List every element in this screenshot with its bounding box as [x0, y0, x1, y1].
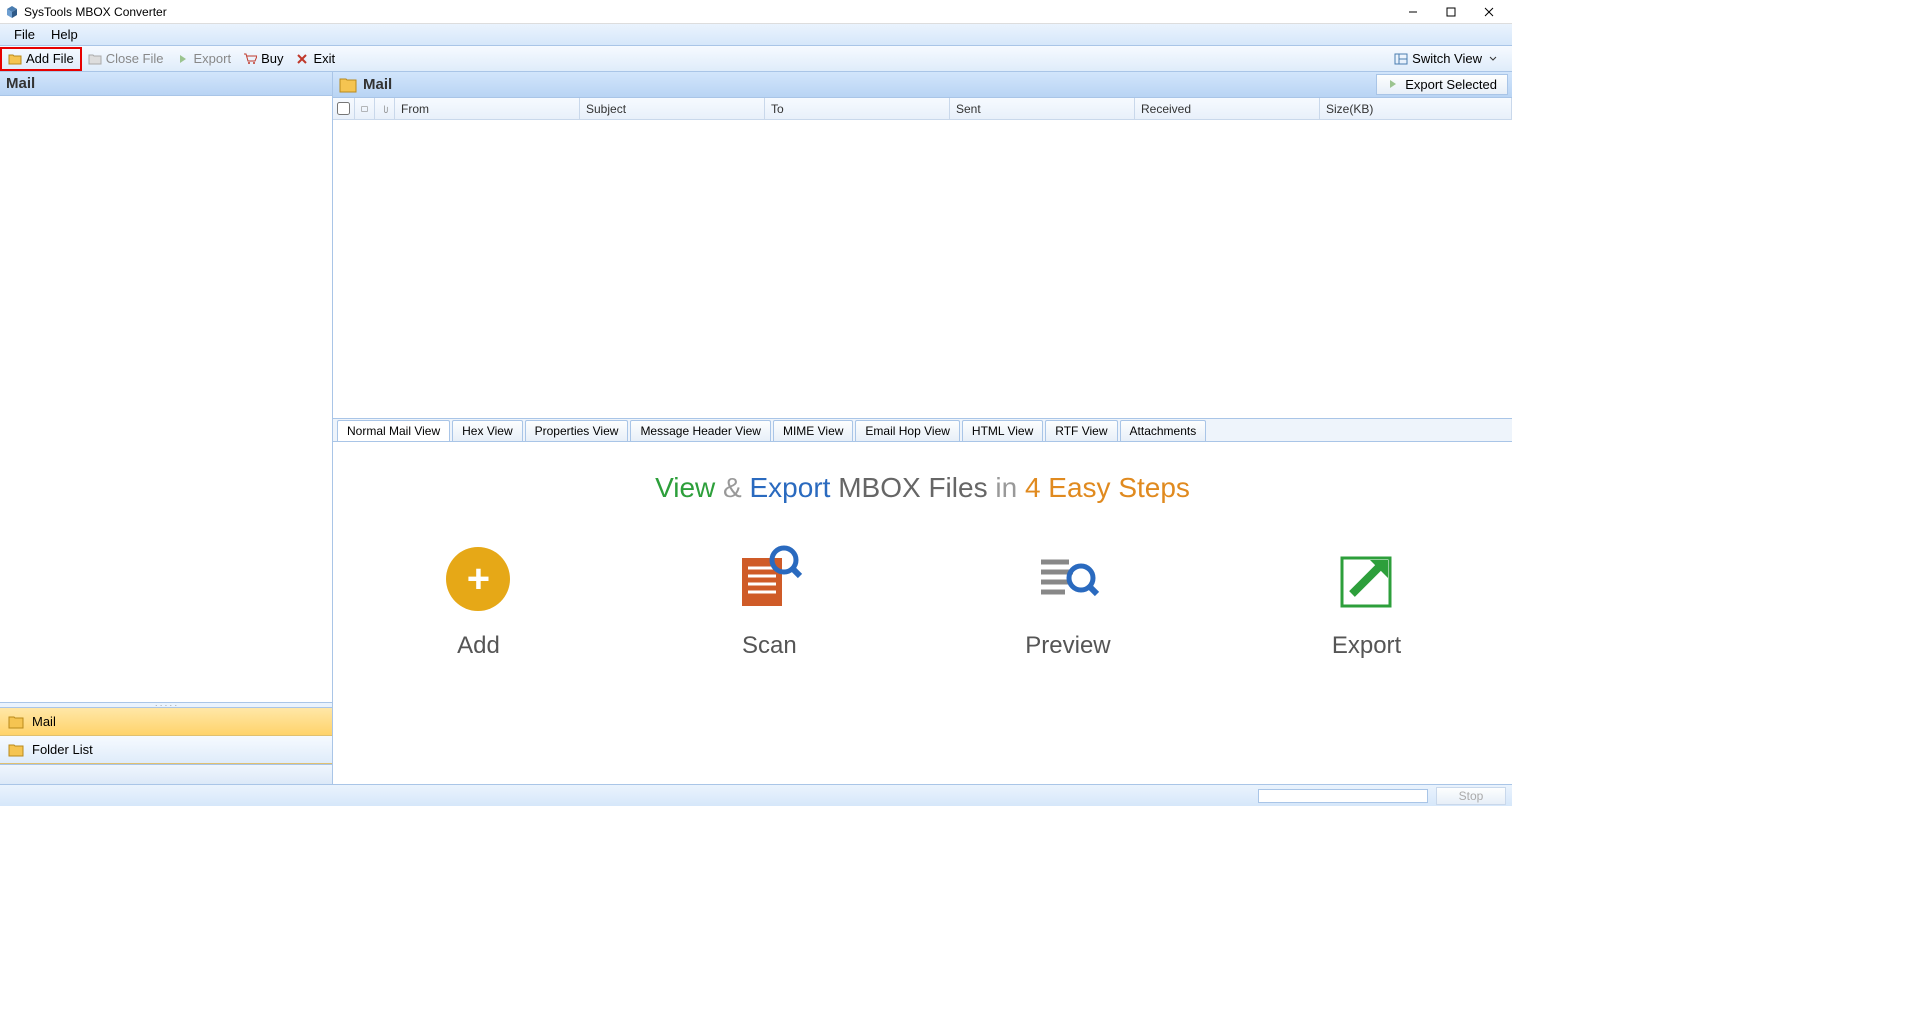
close-file-button[interactable]: Close File	[82, 47, 170, 71]
title-view: View	[655, 472, 715, 503]
exit-button[interactable]: Exit	[289, 47, 341, 71]
minimize-button[interactable]	[1394, 1, 1432, 23]
layout-icon	[1394, 52, 1408, 66]
export-selected-button[interactable]: Export Selected	[1376, 74, 1508, 95]
add-file-button[interactable]: Add File	[0, 47, 82, 71]
title-export: Export	[750, 472, 831, 503]
close-file-label: Close File	[106, 51, 164, 66]
menubar: File Help	[0, 24, 1512, 46]
nav-folder-list-label: Folder List	[32, 742, 93, 757]
col-to[interactable]: To	[765, 98, 950, 119]
step-add: Add	[443, 544, 513, 660]
step-preview-label: Preview	[1025, 632, 1110, 660]
switch-view-label: Switch View	[1412, 51, 1482, 66]
folder-tree[interactable]	[0, 96, 332, 702]
tab-rtf-view[interactable]: RTF View	[1045, 420, 1117, 441]
add-file-label: Add File	[26, 51, 74, 66]
maximize-button[interactable]	[1432, 1, 1470, 23]
panel-collapser[interactable]	[0, 764, 332, 784]
step-export: Export	[1332, 544, 1402, 660]
export-label: Export	[194, 51, 232, 66]
stop-button[interactable]: Stop	[1436, 787, 1506, 805]
tab-hex-view[interactable]: Hex View	[452, 420, 522, 441]
buy-label: Buy	[261, 51, 283, 66]
mail-header-title: Mail	[363, 76, 392, 93]
tab-attachments[interactable]: Attachments	[1120, 420, 1207, 441]
preview-icon	[1033, 544, 1103, 614]
left-panel: Mail · · · · · Mail Folder List	[0, 72, 333, 784]
col-sent[interactable]: Sent	[950, 98, 1135, 119]
tab-normal-mail-view[interactable]: Normal Mail View	[337, 420, 450, 441]
step-scan-label: Scan	[742, 632, 797, 660]
preview-panel: View & Export MBOX Files in 4 Easy Steps…	[333, 442, 1512, 784]
folder-icon	[339, 77, 357, 93]
view-tabs: Normal Mail View Hex View Properties Vie…	[333, 418, 1512, 442]
app-icon	[4, 4, 20, 20]
folder-icon	[8, 715, 24, 729]
step-preview: Preview	[1025, 544, 1110, 660]
mail-list-header: Mail Export Selected	[333, 72, 1512, 98]
nav-folder-list[interactable]: Folder List	[0, 736, 332, 764]
col-subject[interactable]: Subject	[580, 98, 765, 119]
menu-file[interactable]: File	[6, 25, 43, 44]
col-attachment-icon	[375, 98, 395, 119]
title-in: in	[995, 472, 1017, 503]
right-panel: Mail Export Selected From Subject To Sen…	[333, 72, 1512, 784]
export-button[interactable]: Export	[170, 47, 238, 71]
mail-list[interactable]	[333, 120, 1512, 418]
step-export-label: Export	[1332, 632, 1401, 660]
title-mbox: MBOX Files	[838, 472, 987, 503]
titlebar: SysTools MBOX Converter	[0, 0, 1512, 24]
status-bar: Stop	[0, 784, 1512, 806]
export-step-icon	[1332, 544, 1402, 614]
col-received[interactable]: Received	[1135, 98, 1320, 119]
switch-view-button[interactable]: Switch View	[1388, 47, 1506, 71]
tab-mime-view[interactable]: MIME View	[773, 420, 853, 441]
exit-icon	[295, 52, 309, 66]
col-item-icon	[355, 98, 375, 119]
menu-help[interactable]: Help	[43, 25, 86, 44]
chevron-down-icon	[1486, 52, 1500, 66]
col-from[interactable]: From	[395, 98, 580, 119]
welcome-title: View & Export MBOX Files in 4 Easy Steps	[655, 472, 1190, 504]
column-headers: From Subject To Sent Received Size(KB)	[333, 98, 1512, 120]
title-amp: &	[723, 472, 742, 503]
title-steps: 4 Easy Steps	[1025, 472, 1190, 503]
toolbar: Add File Close File Export Buy Exit Swit…	[0, 46, 1512, 72]
export-selected-label: Export Selected	[1405, 77, 1497, 92]
add-icon	[443, 544, 513, 614]
tab-email-hop-view[interactable]: Email Hop View	[855, 420, 959, 441]
window-title: SysTools MBOX Converter	[24, 5, 167, 19]
close-button[interactable]	[1470, 1, 1508, 23]
col-size[interactable]: Size(KB)	[1320, 98, 1512, 119]
col-checkbox[interactable]	[333, 98, 355, 119]
nav-mail-label: Mail	[32, 714, 56, 729]
buy-button[interactable]: Buy	[237, 47, 289, 71]
folder-open-icon	[8, 52, 22, 66]
folder-close-icon	[88, 52, 102, 66]
scan-icon	[734, 544, 804, 614]
folder-icon	[8, 743, 24, 757]
progress-bar	[1258, 789, 1428, 803]
export-icon	[1387, 78, 1401, 92]
export-arrow-icon	[176, 52, 190, 66]
exit-label: Exit	[313, 51, 335, 66]
left-panel-header: Mail	[0, 72, 332, 96]
tab-properties-view[interactable]: Properties View	[525, 420, 629, 441]
step-add-label: Add	[457, 632, 500, 660]
nav-mail[interactable]: Mail	[0, 708, 332, 736]
select-all-checkbox[interactable]	[337, 102, 350, 115]
step-scan: Scan	[734, 544, 804, 660]
tab-html-view[interactable]: HTML View	[962, 420, 1043, 441]
cart-icon	[243, 52, 257, 66]
tab-message-header-view[interactable]: Message Header View	[630, 420, 771, 441]
